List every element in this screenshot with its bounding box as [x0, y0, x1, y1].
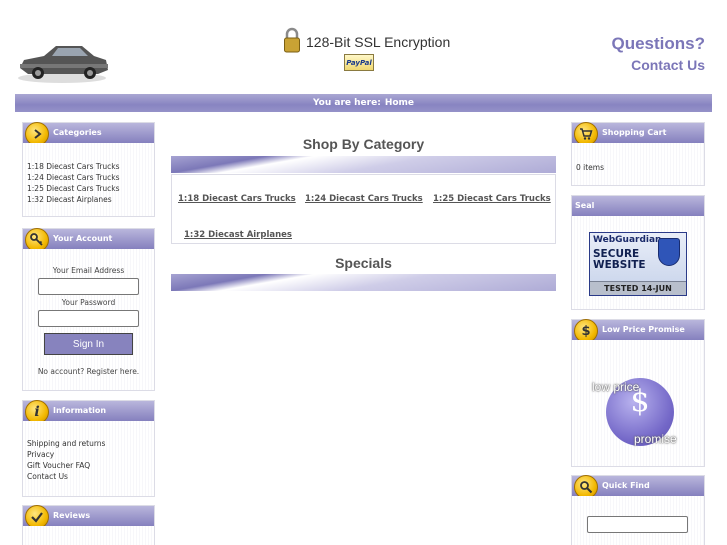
seal-box: Seal WebGuardian SECURE WEBSITE TESTED 1…	[571, 195, 705, 310]
cart-items[interactable]: 0 items	[576, 162, 604, 173]
breadcrumb: You are here: Home	[15, 94, 712, 112]
information-title: Information	[53, 406, 107, 415]
lowprice-title: Low Price Promise	[602, 325, 685, 334]
search-input[interactable]	[587, 516, 688, 533]
lowprice-box: $ Low Price Promise $ low price promise	[571, 319, 705, 467]
quickfind-title: Quick Find	[602, 481, 650, 490]
register-link[interactable]: No account? Register here.	[23, 367, 154, 376]
password-label: Your Password	[61, 298, 116, 307]
password-field[interactable]	[38, 310, 139, 327]
category-link-118[interactable]: 1:18 Diecast Cars Trucks	[178, 194, 296, 204]
category-link-132[interactable]: 1:32 Diecast Airplanes	[184, 230, 292, 240]
info-link[interactable]: Contact Us	[27, 471, 105, 482]
info-link[interactable]: Privacy	[27, 449, 105, 460]
categories-title: Categories	[53, 128, 102, 137]
categories-list: 1:18 Diecast Cars Trucks 1:24 Diecast Ca…	[27, 161, 120, 205]
category-link[interactable]: 1:25 Diecast Cars Trucks	[27, 183, 120, 194]
ssl-badge: 128-Bit SSL Encryption	[284, 27, 450, 57]
category-link[interactable]: 1:32 Diecast Airplanes	[27, 194, 120, 205]
category-link[interactable]: 1:24 Diecast Cars Trucks	[27, 172, 120, 183]
shop-by-category-heading: Shop By Category	[302, 136, 425, 152]
section-divider	[171, 274, 556, 291]
reviews-title: Reviews	[53, 511, 91, 520]
cart-box: Shopping Cart 0 items	[571, 122, 705, 186]
questions-contact: Questions? Contact Us	[611, 34, 705, 73]
contact-us-link[interactable]: Contact Us	[611, 57, 705, 73]
category-links-panel: 1:18 Diecast Cars Trucks 1:24 Diecast Ca…	[171, 174, 556, 244]
paypal-logo[interactable]: PayPal	[344, 54, 374, 71]
padlock-icon	[284, 27, 300, 57]
reviews-box: Reviews	[22, 505, 155, 545]
email-field[interactable]	[38, 278, 139, 295]
lp-word2: promise	[634, 432, 677, 446]
seal-brand: WebGuardian	[593, 235, 662, 245]
categories-box: Categories 1:18 Diecast Cars Trucks 1:24…	[22, 122, 155, 217]
category-link-124[interactable]: 1:24 Diecast Cars Trucks	[305, 194, 423, 204]
sign-in-button[interactable]: Sign In	[44, 333, 133, 355]
category-link[interactable]: 1:18 Diecast Cars Trucks	[27, 161, 120, 172]
breadcrumb-prefix: You are here:	[312, 98, 381, 108]
seal-line2: WEBSITE	[593, 259, 646, 271]
ssl-text: 128-Bit SSL Encryption	[306, 34, 451, 50]
specials-heading: Specials	[335, 255, 392, 271]
account-title: Your Account	[53, 234, 113, 243]
account-box: Your Account Your Email Address Your Pas…	[22, 228, 155, 391]
information-box: i Information Shipping and returns Priva…	[22, 400, 155, 497]
email-label: Your Email Address	[52, 266, 125, 275]
quickfind-box: Quick Find	[571, 475, 705, 545]
seal-tested: TESTED 14-JUN	[590, 281, 686, 295]
section-divider	[171, 156, 556, 173]
info-link[interactable]: Gift Voucher FAQ	[27, 460, 105, 471]
lp-word1: low price	[592, 380, 640, 394]
webguardian-seal[interactable]: WebGuardian SECURE WEBSITE TESTED 14-JUN	[589, 232, 687, 296]
cart-title: Shopping Cart	[602, 128, 667, 137]
category-link-125[interactable]: 1:25 Diecast Cars Trucks	[433, 194, 551, 204]
low-price-promise-badge[interactable]: $ low price promise	[590, 368, 690, 458]
seal-title: Seal	[575, 201, 595, 210]
info-link[interactable]: Shipping and returns	[27, 438, 105, 449]
car-logo-image[interactable]	[14, 38, 110, 86]
questions-text: Questions?	[611, 34, 705, 53]
information-list: Shipping and returns Privacy Gift Vouche…	[27, 438, 105, 482]
shield-lock-icon	[658, 238, 680, 266]
breadcrumb-home-link[interactable]: Home	[385, 98, 414, 108]
